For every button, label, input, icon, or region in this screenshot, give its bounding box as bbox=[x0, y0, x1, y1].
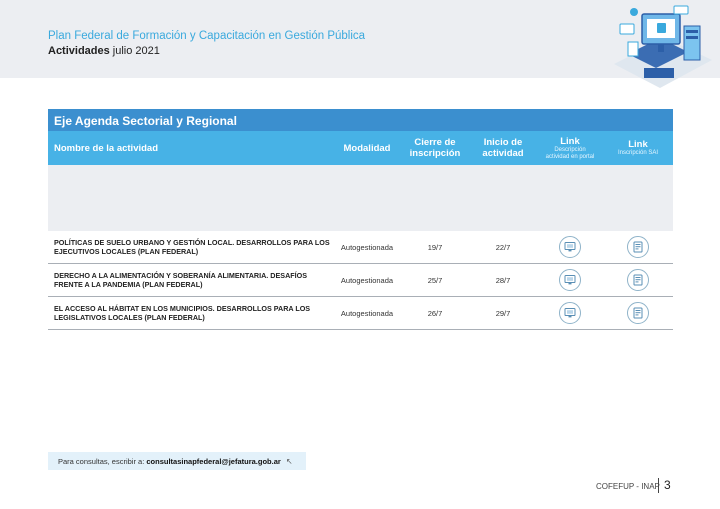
footer-org: COFEFUP - INAP bbox=[596, 482, 660, 491]
activity-modalidad: Autogestionada bbox=[340, 276, 394, 285]
page-number: 3 bbox=[664, 478, 671, 492]
footer-divider bbox=[658, 478, 659, 493]
contact-email-link[interactable]: consultasinapfederal@jefatura.gob.ar bbox=[146, 457, 280, 466]
activity-inicio: 22/7 bbox=[495, 243, 511, 252]
column-header-row: Nombre de la actividad Modalidad Cierre … bbox=[48, 131, 673, 165]
subtitle-rest: julio 2021 bbox=[109, 45, 160, 57]
col-header-inicio: Inicio de actividad bbox=[482, 137, 524, 159]
activity-cierre: 19/7 bbox=[427, 243, 443, 252]
form-icon[interactable] bbox=[627, 269, 649, 291]
activity-name: El acceso al hábitat en los municipios. … bbox=[54, 304, 311, 322]
activities-table: Eje Agenda Sectorial y Regional Nombre d… bbox=[48, 109, 673, 330]
activity-name: Políticas de suelo urbano y gestión loca… bbox=[54, 238, 330, 256]
activity-modalidad: Autogestionada bbox=[340, 309, 394, 318]
contact-box: Para consultas, escribir a: consultasina… bbox=[48, 452, 306, 470]
monitor-icon[interactable] bbox=[559, 302, 581, 324]
subtitle-bold: Actividades bbox=[48, 45, 110, 57]
monitor-icon[interactable] bbox=[559, 269, 581, 291]
col-header-link-portal: Link Descripción actividad en portal bbox=[545, 135, 595, 160]
activity-cierre: 25/7 bbox=[427, 276, 443, 285]
table-spacer bbox=[48, 165, 673, 231]
monitor-icon[interactable] bbox=[559, 236, 581, 258]
contact-label: Para consultas, escribir a: bbox=[58, 457, 147, 466]
col-header-name: Nombre de la actividad bbox=[54, 142, 159, 154]
table-row: Derecho a la alimentación y soberanía al… bbox=[48, 264, 673, 297]
activity-name: Derecho a la alimentación y soberanía al… bbox=[54, 271, 308, 289]
activity-inicio: 29/7 bbox=[495, 309, 511, 318]
col-header-cierre: Cierre de inscripción bbox=[409, 137, 461, 159]
col-header-link-sai: Link Inscripción SAI bbox=[617, 139, 659, 156]
form-icon[interactable] bbox=[627, 236, 649, 258]
section-title: Eje Agenda Sectorial y Regional bbox=[48, 109, 673, 131]
document-subtitle: Actividades julio 2021 bbox=[48, 45, 160, 57]
cursor-icon: ↖ bbox=[285, 457, 293, 466]
activity-cierre: 26/7 bbox=[427, 309, 443, 318]
document-title: Plan Federal de Formación y Capacitación… bbox=[48, 30, 366, 42]
col-header-modalidad: Modalidad bbox=[343, 142, 391, 154]
table-row: Políticas de suelo urbano y gestión loca… bbox=[48, 231, 673, 264]
activity-modalidad: Autogestionada bbox=[340, 243, 394, 252]
table-row: El acceso al hábitat en los municipios. … bbox=[48, 297, 673, 330]
activity-inicio: 28/7 bbox=[495, 276, 511, 285]
computer-illustration-icon bbox=[614, 5, 712, 88]
form-icon[interactable] bbox=[627, 302, 649, 324]
